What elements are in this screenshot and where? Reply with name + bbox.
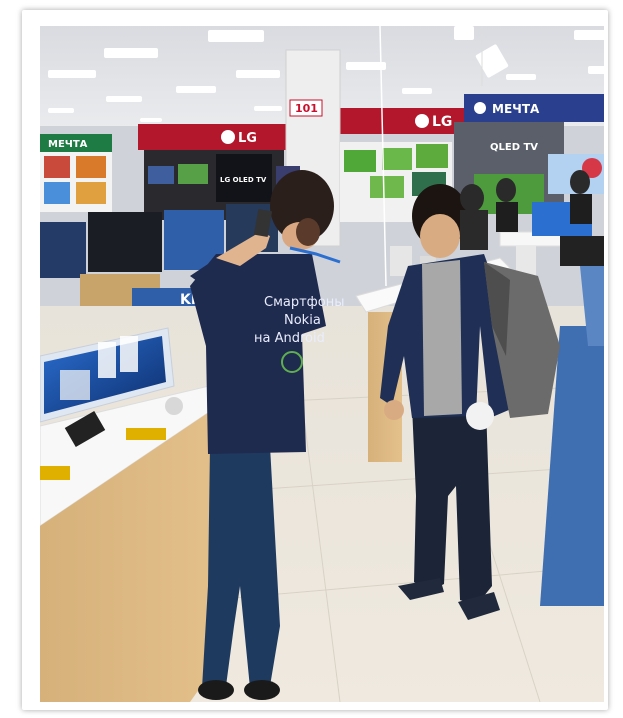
- qled-label: QLED TV: [490, 142, 538, 153]
- mvideo-sign-right-text: МЕЧТА: [492, 102, 540, 116]
- shirt-text-line3: на Android: [254, 331, 325, 346]
- aisle-sign-number: 101: [295, 102, 318, 115]
- mvideo-sign-right: МЕЧТА: [464, 94, 604, 122]
- tv-wall-left: [40, 152, 112, 212]
- lg-sign-right-text: LG: [432, 114, 452, 130]
- lg-sign-right: LG: [340, 108, 466, 134]
- store-photo: МЕЧТА LG LG МЕЧТА QLED TV 101 LG OLED TV: [40, 26, 604, 702]
- lg-oled-label: LG OLED TV: [220, 176, 267, 184]
- shirt-text-line2: Nokia: [284, 313, 321, 328]
- shirt-text-line1: Смартфоны: [264, 295, 345, 310]
- mvideo-sign-left-text: МЕЧТА: [48, 139, 88, 150]
- lg-sign-center-text: LG: [238, 131, 257, 146]
- mvideo-sign-left: МЕЧТА: [40, 134, 112, 152]
